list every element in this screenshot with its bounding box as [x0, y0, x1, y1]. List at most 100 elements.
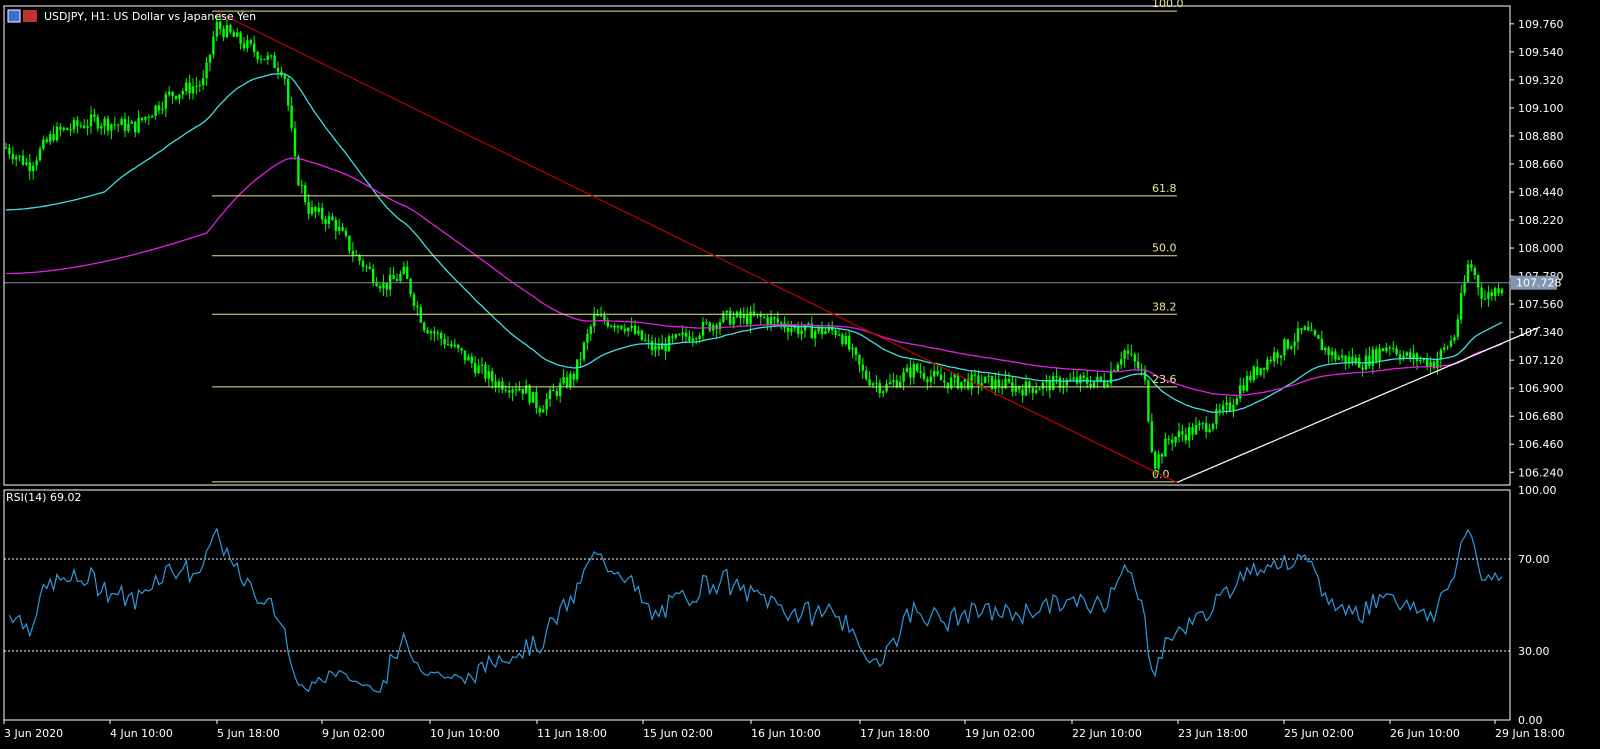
candle-body — [263, 58, 266, 60]
candle-body — [1038, 388, 1041, 391]
candle-body — [62, 127, 65, 130]
candle-body — [140, 117, 144, 120]
rsi-tick-label: 0.00 — [1518, 714, 1543, 727]
price-tick-label: 107.560 — [1518, 298, 1564, 311]
candle-body — [423, 322, 426, 331]
candle-body — [1300, 328, 1303, 330]
candle-body — [35, 160, 38, 166]
candle-body — [11, 154, 14, 160]
candle-body — [273, 55, 276, 68]
price-tick-label: 108.220 — [1518, 214, 1564, 227]
price-tick-label: 108.880 — [1518, 130, 1564, 143]
candle-body — [253, 43, 256, 52]
candle-body — [1429, 361, 1432, 367]
candle-body — [1164, 438, 1167, 457]
candle-body — [1225, 402, 1228, 406]
candle-body — [290, 105, 293, 129]
candle-body — [178, 94, 181, 100]
candle-body — [103, 118, 106, 127]
candle-body — [616, 325, 620, 328]
candle-body — [1058, 377, 1062, 388]
candle-body — [324, 219, 327, 225]
candle-body — [640, 330, 643, 340]
candle-body — [1392, 347, 1395, 349]
candle-body — [443, 338, 446, 345]
candle-body — [776, 318, 779, 323]
candle-body — [1245, 375, 1249, 391]
time-tick-label: 4 Jun 10:00 — [110, 727, 173, 740]
trading-chart[interactable]: 100.061.850.038.223.60.0 109.760109.5401… — [0, 0, 1600, 749]
candle-body — [161, 108, 164, 111]
candle-body — [409, 278, 412, 295]
candle-body — [198, 85, 201, 87]
chart-window-icon[interactable] — [7, 9, 21, 23]
candle-body — [259, 58, 263, 60]
candle-body — [1201, 423, 1204, 425]
candle-body — [487, 371, 490, 379]
candle-body — [1320, 338, 1323, 351]
candle-body — [518, 388, 521, 391]
chart-header: USDJPY, H1: US Dollar vs Japanese Yen — [7, 9, 256, 23]
candle-body — [395, 279, 399, 281]
candle-body — [1273, 352, 1276, 362]
time-tick-label: 22 Jun 10:00 — [1072, 727, 1142, 740]
price-tick-label: 106.240 — [1518, 466, 1564, 479]
candle-body — [780, 322, 783, 324]
candle-body — [191, 86, 195, 94]
candle-body — [1188, 427, 1191, 441]
candle-body — [739, 311, 742, 318]
candle-body — [69, 129, 72, 131]
candle-body — [909, 367, 912, 378]
candle-body — [824, 331, 827, 335]
candle-body — [1218, 409, 1221, 411]
candle-body — [786, 327, 790, 332]
candle-body — [695, 338, 698, 340]
candle-body — [1375, 349, 1378, 361]
price-tick-label: 107.120 — [1518, 354, 1564, 367]
candle-body — [946, 382, 949, 389]
candle-body — [681, 332, 684, 335]
candle-body — [106, 118, 110, 131]
candle-body — [899, 381, 902, 388]
candle-body — [1361, 367, 1364, 370]
candle-body — [297, 156, 300, 185]
price-tick-label: 108.660 — [1518, 158, 1564, 171]
time-tick-label: 15 Jun 02:00 — [643, 727, 713, 740]
candle-body — [1327, 347, 1330, 356]
candle-body — [1480, 287, 1483, 299]
candle-body — [45, 139, 48, 142]
candle-body — [416, 305, 419, 308]
candle-body — [1116, 364, 1119, 372]
candle-body — [888, 382, 892, 385]
price-tick-label: 106.460 — [1518, 438, 1564, 451]
candle-body — [83, 125, 86, 128]
chart-flag-icon — [23, 10, 37, 22]
candle-body — [151, 116, 154, 118]
time-tick-label: 26 Jun 10:00 — [1390, 727, 1460, 740]
candle-body — [773, 317, 776, 319]
candle-body — [93, 114, 96, 117]
candle-body — [603, 315, 606, 321]
candle-body — [1239, 385, 1242, 399]
candle-body — [338, 226, 341, 231]
candle-body — [426, 330, 429, 334]
time-tick-label: 3 Jun 2020 — [4, 727, 63, 740]
candle-body — [922, 373, 926, 379]
candle-body — [222, 28, 225, 38]
candle-body — [1419, 359, 1422, 362]
candle-body — [1487, 292, 1490, 299]
candle-body — [943, 380, 946, 383]
candle-body — [589, 326, 592, 334]
candle-body — [1279, 355, 1283, 358]
candle-body — [579, 359, 582, 361]
candle-body — [1334, 351, 1337, 360]
candle-body — [790, 328, 793, 332]
candle-body — [450, 344, 453, 347]
candle-body — [55, 126, 59, 141]
candle-body — [905, 367, 909, 373]
candle-body — [96, 116, 99, 129]
candle-body — [610, 325, 613, 327]
candle-body — [1483, 298, 1487, 300]
time-tick-label: 19 Jun 02:00 — [965, 727, 1035, 740]
candle-body — [1130, 353, 1133, 355]
